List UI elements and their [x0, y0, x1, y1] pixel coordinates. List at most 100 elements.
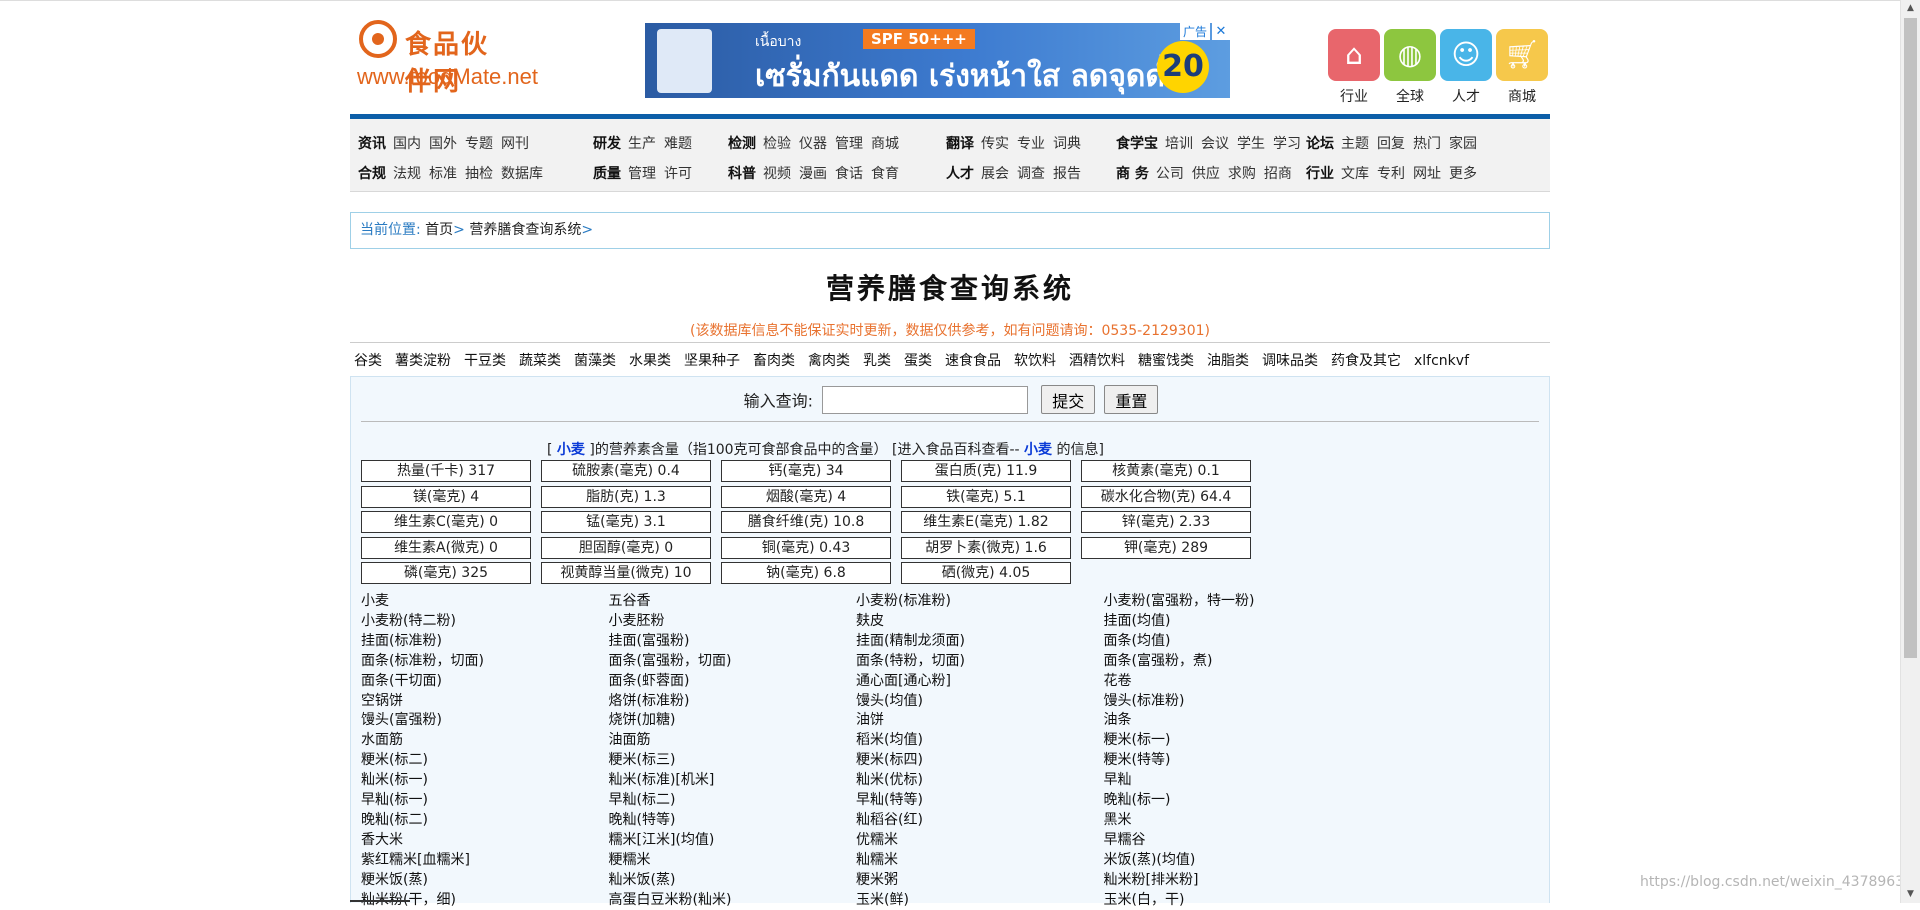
nav-link[interactable]: 标准	[429, 166, 457, 182]
food-list-item[interactable]: 小麦粉(富强粉，特一粉)	[1104, 591, 1349, 611]
food-list-item[interactable]: 籼米(优标)	[856, 770, 1101, 790]
food-list-item[interactable]: 粳米(标二)	[361, 750, 606, 770]
food-list-item[interactable]: 早籼(标二)	[609, 790, 854, 810]
food-list-item[interactable]: 优糯米	[856, 830, 1101, 850]
nav-link[interactable]: 管理	[628, 166, 656, 182]
food-list-item[interactable]: 面条(虾蓉面)	[609, 671, 854, 691]
nav-link[interactable]: 会议	[1201, 136, 1229, 152]
food-list-item[interactable]: 粳米(标三)	[609, 750, 854, 770]
ad-close-icon[interactable]: ✕	[1212, 23, 1230, 40]
quick-link-talent[interactable]: ☺ 人才	[1440, 29, 1492, 106]
category-link[interactable]: 糖蜜饯类	[1138, 353, 1194, 369]
food-list-item[interactable]: 黑米	[1104, 810, 1349, 830]
nav-link[interactable]: 文库	[1341, 166, 1369, 182]
food-list-item[interactable]: 籼糯米	[856, 850, 1101, 870]
nav-group-title[interactable]: 检测	[728, 136, 756, 152]
nav-link[interactable]: 网刊	[501, 136, 529, 152]
category-link[interactable]: 坚果种子	[684, 353, 740, 369]
food-list-item[interactable]: 粳米粥	[856, 870, 1101, 890]
food-list-item[interactable]: 面条(均值)	[1104, 631, 1349, 651]
nav-link[interactable]: 词典	[1053, 136, 1081, 152]
nav-link[interactable]: 漫画	[799, 166, 827, 182]
food-list-item[interactable]: 粳米(标四)	[856, 750, 1101, 770]
food-list-item[interactable]: 粳米(标一)	[1104, 730, 1349, 750]
food-list-item[interactable]: 晚籼(标二)	[361, 810, 606, 830]
food-list-item[interactable]: 粳米(特等)	[1104, 750, 1349, 770]
nav-link[interactable]: 网址	[1413, 166, 1441, 182]
food-list-item[interactable]: 高蛋白豆米粉(籼米)	[609, 890, 854, 910]
nav-link[interactable]: 检验	[763, 136, 791, 152]
nav-link[interactable]: 热门	[1413, 136, 1441, 152]
nav-link[interactable]: 培训	[1165, 136, 1193, 152]
nav-group-title[interactable]: 研发	[593, 136, 621, 152]
food-list-item[interactable]: 籼米粉[排米粉]	[1104, 870, 1349, 890]
nav-link[interactable]: 招商	[1264, 166, 1292, 182]
site-logo[interactable]: 食品伙伴网 www.foodMate.net	[355, 16, 538, 97]
nav-link[interactable]: 许可	[664, 166, 692, 182]
nav-group-title[interactable]: 质量	[593, 166, 621, 182]
food-list-item[interactable]: 糯米[江米](均值)	[609, 830, 854, 850]
quick-link-mall[interactable]: 🛒︎ 商城	[1496, 29, 1548, 106]
food-list-item[interactable]: 麸皮	[856, 611, 1101, 631]
food-list-item[interactable]: 挂面(均值)	[1104, 611, 1349, 631]
nav-link[interactable]: 商城	[871, 136, 899, 152]
category-link[interactable]: 干豆类	[464, 353, 506, 369]
category-link[interactable]: 药食及其它	[1331, 353, 1401, 369]
nav-link[interactable]: 食育	[871, 166, 899, 182]
food-list-item[interactable]: 米饭(蒸)(均值)	[1104, 850, 1349, 870]
nav-link[interactable]: 视频	[763, 166, 791, 182]
food-name-link[interactable]: 小麦	[557, 442, 585, 458]
food-list-item[interactable]: 晚籼(标一)	[1104, 790, 1349, 810]
nav-link[interactable]: 法规	[393, 166, 421, 182]
nav-link[interactable]: 学生	[1237, 136, 1265, 152]
breadcrumb-current[interactable]: 营养膳食查询系统	[469, 222, 581, 238]
breadcrumb-home[interactable]: 首页	[425, 222, 453, 238]
food-list-item[interactable]: 油条	[1104, 710, 1349, 730]
food-list-item[interactable]: 籼米饭(蒸)	[609, 870, 854, 890]
nav-link[interactable]: 管理	[835, 136, 863, 152]
food-list-item[interactable]: 空锅饼	[361, 691, 606, 711]
food-list-item[interactable]: 烧饼(加糖)	[609, 710, 854, 730]
category-link[interactable]: 畜肉类	[753, 353, 795, 369]
quick-link-global[interactable]: ◍ 全球	[1384, 29, 1436, 106]
food-list-item[interactable]: 早籼(标一)	[361, 790, 606, 810]
food-list-item[interactable]: 籼米(标一)	[361, 770, 606, 790]
submit-button[interactable]: 提交	[1041, 385, 1096, 414]
nav-group-title[interactable]: 论坛	[1306, 136, 1334, 152]
nav-link[interactable]: 专题	[465, 136, 493, 152]
food-list-item[interactable]: 小麦	[361, 591, 606, 611]
food-list-item[interactable]: 玉米(鲜)	[856, 890, 1101, 910]
food-list-item[interactable]: 早籼	[1104, 770, 1349, 790]
food-list-item[interactable]: 水面筋	[361, 730, 606, 750]
food-list-item[interactable]: 面条(富强粉，切面)	[609, 651, 854, 671]
category-link[interactable]: 禽肉类	[808, 353, 850, 369]
nav-group-title[interactable]: 行业	[1306, 166, 1334, 182]
nav-link[interactable]: 主题	[1341, 136, 1369, 152]
food-list-item[interactable]: 香大米	[361, 830, 606, 850]
food-list-item[interactable]: 小麦粉(特二粉)	[361, 611, 606, 631]
food-list-item[interactable]: 面条(富强粉，煮)	[1104, 651, 1349, 671]
category-link[interactable]: 调味品类	[1262, 353, 1318, 369]
food-list-item[interactable]: 早籼(特等)	[856, 790, 1101, 810]
category-link[interactable]: 薯类淀粉	[395, 353, 451, 369]
category-link[interactable]: 菌藻类	[574, 353, 616, 369]
vertical-scrollbar[interactable]: ▲ ▼	[1900, 0, 1920, 903]
category-link[interactable]: 油脂类	[1207, 353, 1249, 369]
nav-link[interactable]: 家园	[1449, 136, 1477, 152]
food-list-item[interactable]: 粳糯米	[609, 850, 854, 870]
nav-link[interactable]: 调查	[1017, 166, 1045, 182]
nav-link[interactable]: 抽检	[465, 166, 493, 182]
food-list-item[interactable]: 面条(标准粉，切面)	[361, 651, 606, 671]
nav-group-title[interactable]: 食学宝	[1116, 136, 1158, 152]
nav-group-title[interactable]: 科普	[728, 166, 756, 182]
nav-group-title[interactable]: 合规	[358, 166, 386, 182]
nav-link[interactable]: 传实	[981, 136, 1009, 152]
nav-link[interactable]: 公司	[1156, 166, 1184, 182]
food-list-item[interactable]: 馒头(标准粉)	[1104, 691, 1349, 711]
food-list-item[interactable]: 籼米(标准)[机米]	[609, 770, 854, 790]
food-list-item[interactable]: 晚籼(特等)	[609, 810, 854, 830]
category-link[interactable]: xlfcnkvf	[1414, 353, 1469, 369]
nav-link[interactable]: 专利	[1377, 166, 1405, 182]
food-list-item[interactable]: 稻米(均值)	[856, 730, 1101, 750]
nav-link[interactable]: 国内	[393, 136, 421, 152]
